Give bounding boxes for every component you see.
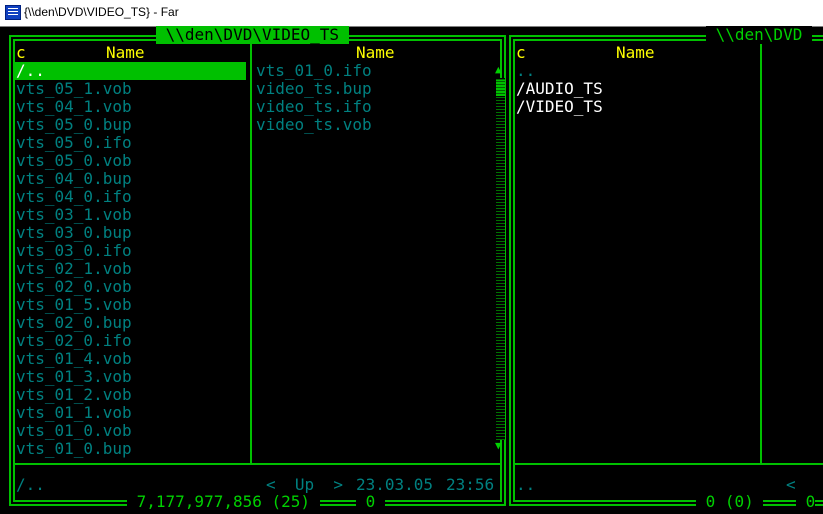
title-bar[interactable]: {\\den\DVD\VIDEO_TS} - Far	[0, 0, 823, 27]
list-item[interactable]: video_ts.vob	[256, 116, 372, 134]
list-item[interactable]: /VIDEO_TS	[516, 98, 603, 116]
scroll-up-icon[interactable]: ▲	[495, 64, 502, 76]
left-selection-bar	[15, 62, 246, 80]
window-title: {\\den\DVD\VIDEO_TS} - Far	[24, 5, 179, 19]
list-item[interactable]: vts_04_0.ifo	[16, 188, 132, 206]
list-item[interactable]: vts_01_0.vob	[16, 422, 132, 440]
left-col1-header[interactable]: Name	[106, 44, 145, 62]
right-footer-selected: 0	[796, 493, 816, 511]
left-column-divider	[250, 41, 252, 463]
right-column-divider	[760, 41, 762, 463]
far-app-icon[interactable]	[5, 5, 21, 20]
left-footer-total: 7,177,977,856 (25)	[127, 493, 320, 511]
right-status-name: ..	[516, 476, 536, 494]
left-status-name: /..	[16, 476, 45, 494]
list-item[interactable]: vts_05_0.ifo	[16, 134, 132, 152]
list-item[interactable]: vts_03_0.bup	[16, 224, 132, 242]
right-status-separator	[513, 463, 823, 465]
right-footer-total: 0 (0)	[696, 493, 764, 511]
list-item[interactable]: vts_02_0.ifo	[16, 332, 132, 350]
list-item[interactable]: vts_01_0.ifo	[256, 62, 372, 80]
right-status-tail: <	[786, 476, 796, 494]
right-panel-path[interactable]: \\den\DVD	[706, 26, 812, 44]
list-item[interactable]: video_ts.ifo	[256, 98, 372, 116]
list-item[interactable]: vts_02_0.bup	[16, 314, 132, 332]
list-item[interactable]: vts_01_0.bup	[16, 440, 132, 458]
list-item[interactable]: /AUDIO_TS	[516, 80, 603, 98]
list-item[interactable]: vts_02_0.vob	[16, 278, 132, 296]
list-item-parent[interactable]: ..	[516, 62, 535, 80]
scroll-down-icon[interactable]: ▼	[495, 440, 502, 452]
list-item[interactable]: vts_01_5.vob	[16, 296, 132, 314]
left-footer-selected: 0	[356, 493, 385, 511]
console-area: \\den\DVD\VIDEO_TS c Name Name /.. vts_0…	[0, 26, 823, 514]
list-item[interactable]: video_ts.bup	[256, 80, 372, 98]
list-item-parent[interactable]: /..	[16, 62, 45, 80]
right-col1-header[interactable]: Name	[616, 44, 655, 62]
list-item[interactable]: vts_05_0.vob	[16, 152, 132, 170]
left-status-size: < Up >	[266, 476, 344, 494]
list-item[interactable]: vts_03_0.ifo	[16, 242, 132, 260]
left-col2-header[interactable]: Name	[356, 44, 395, 62]
list-item[interactable]: vts_04_1.vob	[16, 98, 132, 116]
left-sort-indicator: c	[16, 44, 26, 62]
list-item[interactable]: vts_03_1.vob	[16, 206, 132, 224]
left-panel-path[interactable]: \\den\DVD\VIDEO_TS	[156, 26, 349, 44]
list-item[interactable]: vts_05_1.vob	[16, 80, 132, 98]
scrollbar-track[interactable]	[496, 78, 505, 440]
left-status-date: 23.03.05	[356, 476, 434, 494]
left-status-separator	[13, 463, 502, 465]
scrollbar-thumb[interactable]	[496, 80, 505, 96]
list-item[interactable]: vts_02_1.vob	[16, 260, 132, 278]
list-item[interactable]: vts_05_0.bup	[16, 116, 132, 134]
list-item[interactable]: vts_01_2.vob	[16, 386, 132, 404]
list-item[interactable]: vts_01_3.vob	[16, 368, 132, 386]
list-item[interactable]: vts_04_0.bup	[16, 170, 132, 188]
right-sort-indicator: c	[516, 44, 526, 62]
list-item[interactable]: vts_01_4.vob	[16, 350, 132, 368]
left-status-time: 23:56	[446, 476, 495, 494]
list-item[interactable]: vts_01_1.vob	[16, 404, 132, 422]
